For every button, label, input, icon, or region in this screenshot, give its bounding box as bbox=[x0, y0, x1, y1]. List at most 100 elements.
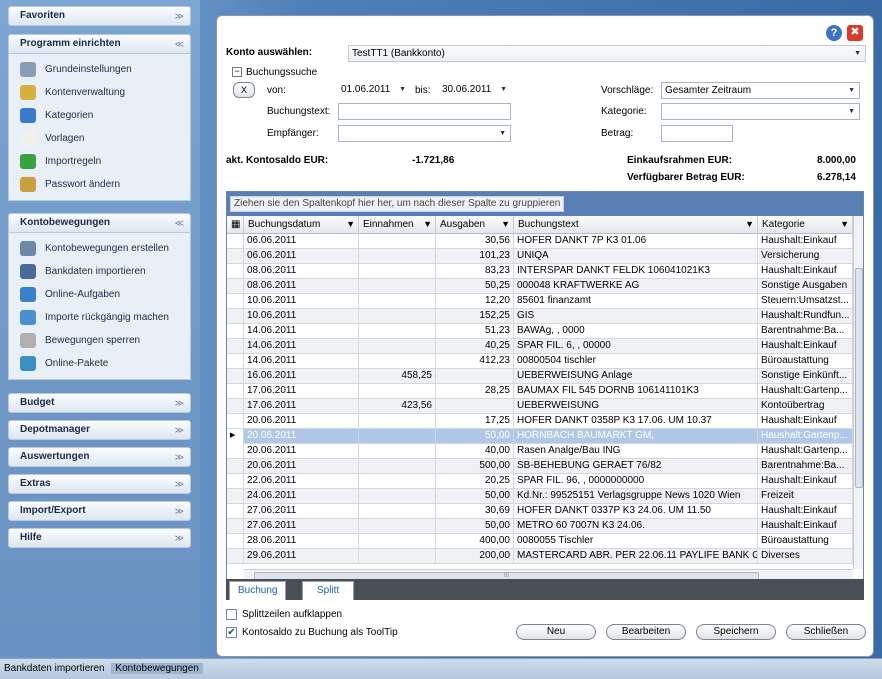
sidebar-item[interactable]: Kontobewegungen erstellen bbox=[9, 237, 190, 260]
chevron-icon[interactable]: ≫ bbox=[175, 421, 184, 439]
column-chooser-icon[interactable]: ▦ bbox=[227, 216, 244, 234]
chevron-icon[interactable]: ≫ bbox=[175, 529, 184, 547]
speichern-button[interactable]: Speichern bbox=[696, 624, 776, 640]
chevron-icon[interactable]: ≪ bbox=[175, 35, 184, 53]
sidebar-group-header[interactable]: Import/Export ≫ bbox=[8, 501, 191, 521]
row-indicator bbox=[227, 534, 244, 549]
table-cell: Kd.Nr.: 99525151 Verlagsgruppe News 1020… bbox=[514, 489, 758, 504]
sidebar-group-header[interactable]: Hilfe ≫ bbox=[8, 528, 191, 548]
chevron-icon[interactable]: ≫ bbox=[175, 448, 184, 466]
sidebar-group-header[interactable]: Kontobewegungen ≪ bbox=[8, 213, 191, 233]
table-row[interactable]: 14.06.2011 412,23 00800504 tischler Büroaus… bbox=[227, 354, 853, 369]
tooltip-checkbox[interactable]: ✔ bbox=[226, 627, 237, 638]
column-header[interactable]: Einnahmen ▼ bbox=[359, 216, 436, 234]
table-cell bbox=[359, 534, 436, 549]
table-cell bbox=[359, 489, 436, 504]
help-icon[interactable]: ? bbox=[826, 25, 842, 41]
schliessen-button[interactable]: Schließen bbox=[786, 624, 866, 640]
table-row[interactable]: 24.06.2011 50,00 Kd.Nr.: 99525151 Verlagsg… bbox=[227, 489, 853, 504]
kategorie-select[interactable] bbox=[661, 103, 860, 120]
sidebar-group-header[interactable]: Depotmanager ≫ bbox=[8, 420, 191, 440]
filter-icon[interactable]: ▼ bbox=[346, 216, 355, 233]
sidebar-item[interactable]: Online-Aufgaben bbox=[9, 283, 190, 306]
table-row[interactable]: 17.06.2011 28,25 BAUMAX FIL 545 DORNB 1061… bbox=[227, 384, 853, 399]
sidebar-group-header[interactable]: Auswertungen ≫ bbox=[8, 447, 191, 467]
close-icon[interactable]: ✖ bbox=[847, 25, 863, 41]
globe-icon bbox=[20, 356, 36, 371]
chevron-icon[interactable]: ≪ bbox=[175, 214, 184, 232]
konto-select[interactable]: TestTT1 (Bankkonto) bbox=[348, 45, 866, 62]
table-row[interactable]: 29.06.2011 200,00 MASTERCARD ABR. PER 22.0… bbox=[227, 549, 853, 564]
table-row[interactable]: 14.06.2011 40,25 SPAR FIL. 6, , 00000 Haush… bbox=[227, 339, 853, 354]
sidebar-item[interactable]: Online-Pakete bbox=[9, 352, 190, 375]
table-row[interactable]: 27.06.2011 50,00 METRO 60 7007N K3 24.06. H… bbox=[227, 519, 853, 534]
filter-icon[interactable]: ▼ bbox=[501, 216, 510, 233]
sidebar-group-header[interactable]: Budget ≫ bbox=[8, 393, 191, 413]
sidebar-item[interactable]: Grundeinstellungen bbox=[9, 58, 190, 81]
column-header[interactable]: Buchungsdatum ▼ bbox=[244, 216, 359, 234]
sidebar-group-header[interactable]: Favoriten ≫ bbox=[8, 6, 191, 26]
vorschlaege-select[interactable]: Gesamter Zeitraum bbox=[661, 82, 860, 99]
row-indicator bbox=[227, 459, 244, 474]
sidebar-item[interactable]: Passwort ändern bbox=[9, 173, 190, 196]
sidebar-item[interactable]: Vorlagen bbox=[9, 127, 190, 150]
column-header[interactable]: Buchungstext ▼ bbox=[514, 216, 758, 234]
sidebar-item[interactable]: Bewegungen sperren bbox=[9, 329, 190, 352]
table-row[interactable]: 10.06.2011 12,20 85601 finanzamt Steuern:Um… bbox=[227, 294, 853, 309]
filter-icon[interactable]: ▼ bbox=[745, 216, 754, 233]
neu-button[interactable]: Neu bbox=[516, 624, 596, 640]
row-indicator bbox=[227, 354, 244, 369]
column-header[interactable]: Kategorie ▼ bbox=[758, 216, 853, 234]
chevron-icon[interactable]: ≫ bbox=[175, 475, 184, 493]
table-row[interactable]: 06.06.2011 101,23 UNIQA Versicherung bbox=[227, 249, 853, 264]
table-row[interactable]: 10.06.2011 152,25 GIS Haushalt:Rundfun... bbox=[227, 309, 853, 324]
vertical-scrollbar[interactable] bbox=[853, 216, 863, 569]
chevron-icon[interactable]: ≫ bbox=[175, 502, 184, 520]
table-row[interactable]: 27.06.2011 30,69 HOFER DANKT 0337P K3 24.0… bbox=[227, 504, 853, 519]
table-cell bbox=[359, 519, 436, 534]
table-row[interactable]: ▶ 20.06.2011 50,00 HORNBACH BAUMARKT GM, Hau… bbox=[227, 429, 853, 444]
table-row[interactable]: 14.06.2011 51,23 BAWAg, , 0000 Barentnahme:… bbox=[227, 324, 853, 339]
von-date-input[interactable]: 01.06.2011 bbox=[338, 82, 410, 99]
tab-buchung[interactable]: Buchung bbox=[229, 581, 287, 600]
sidebar-group-title: Hilfe bbox=[20, 532, 42, 543]
table-row[interactable]: 17.06.2011 423,56 UEBERWEISUNG Kontoübertra… bbox=[227, 399, 853, 414]
chevron-icon[interactable]: ≫ bbox=[175, 394, 184, 412]
table-row[interactable]: 06.06.2011 30,56 HOFER DANKT 7P K3 01.06 Ha… bbox=[227, 234, 853, 249]
sidebar-item[interactable]: Kontenverwaltung bbox=[9, 81, 190, 104]
splitt-checkbox[interactable] bbox=[226, 609, 237, 620]
table-cell: Haushalt:Einkauf bbox=[758, 414, 853, 429]
vertical-scroll-thumb[interactable] bbox=[855, 268, 863, 488]
sidebar-group-header[interactable]: Extras ≫ bbox=[8, 474, 191, 494]
sidebar-group-header[interactable]: Programm einrichten ≪ bbox=[8, 34, 191, 54]
table-row[interactable]: 08.06.2011 83,23 INTERSPAR DANKT FELDK 106… bbox=[227, 264, 853, 279]
column-header[interactable]: Ausgaben ▼ bbox=[436, 216, 514, 234]
sidebar-item-label: Kontenverwaltung bbox=[45, 87, 126, 98]
table-row[interactable]: 08.06.2011 50,25 000048 KRAFTWERKE AG Sonst… bbox=[227, 279, 853, 294]
sidebar-item[interactable]: Importregeln bbox=[9, 150, 190, 173]
table-cell bbox=[359, 324, 436, 339]
bearbeiten-button[interactable]: Bearbeiten bbox=[606, 624, 686, 640]
sidebar-group: Budget ≫ bbox=[8, 393, 191, 413]
search-collapse-icon[interactable]: − bbox=[232, 67, 242, 77]
sidebar-item[interactable]: Kategorien bbox=[9, 104, 190, 127]
chevron-icon[interactable]: ≫ bbox=[175, 7, 184, 25]
table-row[interactable]: 28.06.2011 400,00 0080055 Tischler Büroaust… bbox=[227, 534, 853, 549]
sidebar-item[interactable]: Importe rückgängig machen bbox=[9, 306, 190, 329]
table-row[interactable]: 20.06.2011 40,00 Rasen Analge/Bau ING Haush… bbox=[227, 444, 853, 459]
bis-date-input[interactable]: 30.06.2011 bbox=[439, 82, 511, 99]
empfaenger-select[interactable] bbox=[338, 125, 511, 142]
table-row[interactable]: 20.06.2011 500,00 SB-BEHEBUNG GERAET 76/82… bbox=[227, 459, 853, 474]
group-by-area[interactable]: Ziehen sie den Spaltenkopf hier her, um … bbox=[227, 192, 863, 216]
buchungstext-input[interactable] bbox=[338, 103, 511, 120]
sidebar-item[interactable]: Bankdaten importieren bbox=[9, 260, 190, 283]
filter-icon[interactable]: ▼ bbox=[423, 216, 432, 233]
table-cell: SPAR FIL. 6, , 00000 bbox=[514, 339, 758, 354]
table-row[interactable]: 22.06.2011 20,25 SPAR FIL. 96, , 000000000… bbox=[227, 474, 853, 489]
betrag-input[interactable] bbox=[661, 125, 733, 142]
table-row[interactable]: 20.06.2011 17,25 HOFER DANKT 0358P K3 17.0… bbox=[227, 414, 853, 429]
tab-splitt[interactable]: Splitt bbox=[302, 581, 355, 600]
table-row[interactable]: 16.06.2011 458,25 UEBERWEISUNG Anlage Sonst… bbox=[227, 369, 853, 384]
filter-icon[interactable]: ▼ bbox=[840, 216, 849, 233]
clear-search-button[interactable]: X bbox=[233, 82, 255, 98]
